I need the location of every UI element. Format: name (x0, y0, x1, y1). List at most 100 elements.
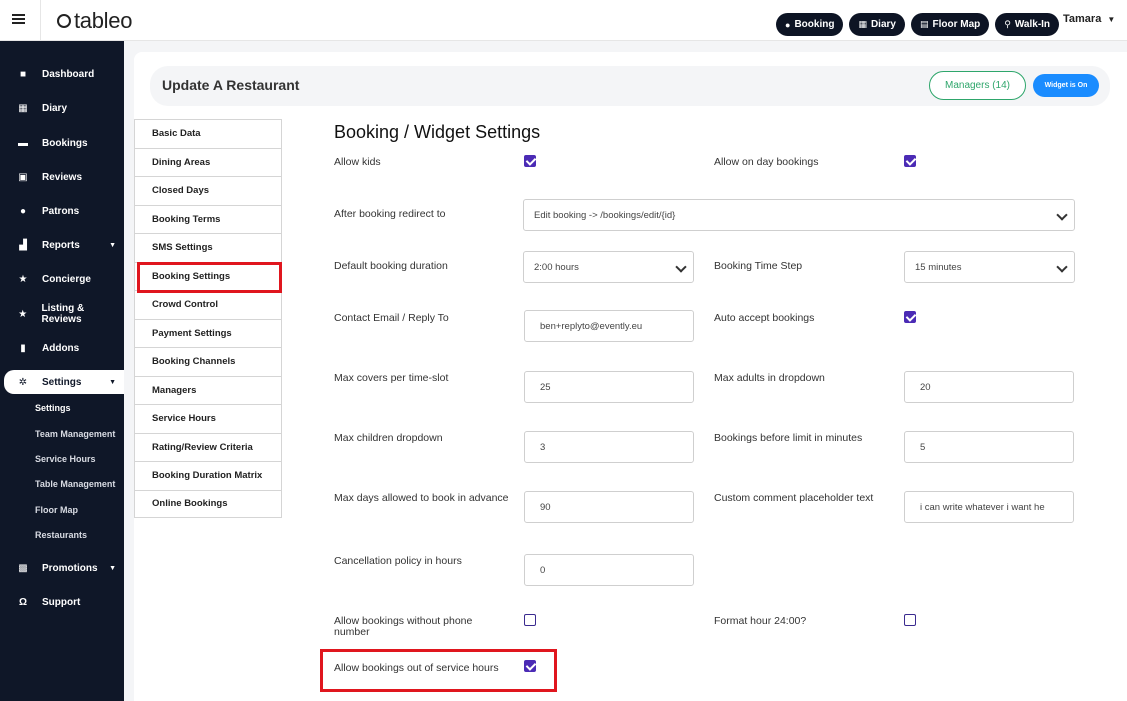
redirect-select[interactable]: Edit booking -> /bookings/edit/{id} (523, 199, 1075, 231)
app-logo[interactable]: tableo (57, 8, 132, 34)
star-icon: ★ (18, 273, 28, 285)
sidebar-item-bookings[interactable]: ▬ Bookings (0, 131, 124, 155)
default-duration-select[interactable]: 2:00 hours (523, 251, 694, 283)
format-24-label: Format hour 24:00? (714, 615, 807, 627)
sidebar-sub-team-management[interactable]: Team Management (35, 429, 115, 439)
hamburger-menu-icon[interactable] (12, 14, 25, 24)
contact-email-label: Contact Email / Reply To (334, 312, 449, 324)
tab-sms-settings[interactable]: SMS Settings (134, 233, 282, 262)
sidebar-item-settings[interactable]: ✲ Settings ▼ (4, 370, 124, 394)
booking-button[interactable]: ● Booking (776, 13, 844, 36)
widget-status-button[interactable]: Widget is On (1033, 74, 1099, 97)
walking-icon: ⚲ (1004, 19, 1011, 29)
tab-service-hours[interactable]: Service Hours (134, 404, 282, 433)
user-menu[interactable]: Tamara ▼ (1063, 13, 1115, 25)
format-24-checkbox[interactable] (904, 614, 916, 626)
user-icon: ● (19, 205, 27, 217)
tab-closed-days[interactable]: Closed Days (134, 176, 282, 205)
cancellation-input[interactable]: 0 (524, 554, 694, 586)
dashboard-icon: ■ (19, 68, 27, 80)
caret-down-icon: ▼ (109, 564, 116, 572)
sidebar-item-patrons[interactable]: ● Patrons (0, 199, 124, 223)
contact-email-input[interactable]: ben+replyto@evently.eu (524, 310, 694, 342)
tab-booking-channels[interactable]: Booking Channels (134, 347, 282, 376)
calendar-icon: ▦ (18, 102, 28, 114)
sidebar-item-addons[interactable]: ▮ Addons (0, 336, 124, 360)
book-icon: ▬ (18, 137, 28, 149)
managers-button[interactable]: Managers (14) (929, 71, 1026, 100)
sidebar-sub-service-hours[interactable]: Service Hours (35, 454, 96, 464)
diary-button[interactable]: ▦ Diary (849, 13, 905, 36)
star-icon: ★ (18, 308, 28, 320)
plus-circle-icon: ● (785, 19, 791, 30)
tab-online-bookings[interactable]: Online Bookings (134, 489, 282, 518)
max-adults-label: Max adults in dropdown (714, 372, 825, 384)
sidebar-item-promotions[interactable]: ▩ Promotions ▼ (0, 556, 124, 580)
gift-icon: ▩ (18, 562, 28, 574)
allow-kids-label: Allow kids (334, 156, 381, 168)
allow-on-day-label: Allow on day bookings (714, 156, 819, 168)
cancellation-label: Cancellation policy in hours (334, 555, 462, 567)
auto-accept-checkbox[interactable] (904, 311, 916, 323)
time-step-label: Booking Time Step (714, 260, 803, 272)
sidebar-item-diary[interactable]: ▦ Diary (0, 96, 124, 120)
sidebar-item-support[interactable]: Ω Support (0, 590, 124, 614)
allow-on-day-checkbox[interactable] (904, 155, 916, 167)
without-phone-label: Allow bookings without phone number (334, 615, 473, 638)
section-title: Booking / Widget Settings (334, 122, 541, 142)
max-days-input[interactable]: 90 (524, 491, 694, 523)
max-adults-input[interactable]: 20 (904, 371, 1074, 403)
sidebar-sub-restaurants[interactable]: Restaurants (35, 530, 87, 540)
caret-down-icon: ▼ (1107, 15, 1116, 24)
sidebar-item-dashboard[interactable]: ■ Dashboard (0, 62, 124, 86)
auto-accept-label: Auto accept bookings (714, 312, 815, 324)
allow-kids-checkbox[interactable] (524, 155, 536, 167)
before-limit-input[interactable]: 5 (904, 431, 1074, 463)
headset-icon: Ω (18, 596, 28, 608)
logo-circle-icon (57, 14, 71, 28)
calendar-icon: ▦ (858, 19, 867, 29)
tab-booking-terms[interactable]: Booking Terms (134, 204, 282, 233)
tab-payment-settings[interactable]: Payment Settings (134, 318, 282, 347)
plug-icon: ▮ (20, 342, 26, 354)
comment-check-icon: ▣ (18, 171, 28, 183)
highlight-box (320, 649, 557, 692)
before-limit-label: Bookings before limit in minutes (714, 432, 863, 444)
tab-basic-data[interactable]: Basic Data (134, 119, 282, 148)
tab-booking-duration-matrix[interactable]: Booking Duration Matrix (134, 461, 282, 490)
sidebar-item-reviews[interactable]: ▣ Reviews (0, 165, 124, 189)
sidebar: ■ Dashboard ▦ Diary ▬ Bookings ▣ Reviews ● Pa… (0, 41, 124, 701)
page-title: Update A Restaurant (162, 77, 300, 93)
walk-in-button[interactable]: ⚲ Walk-In (995, 13, 1060, 36)
gear-icon: ✲ (18, 376, 28, 388)
comment-placeholder-input[interactable]: i can write whatever i want he (904, 491, 1074, 523)
time-step-select[interactable]: 15 minutes (904, 251, 1075, 283)
chart-icon: ▟ (19, 239, 27, 251)
sidebar-sub-settings[interactable]: Settings (35, 403, 71, 413)
top-bar: tableo ● Booking ▦ Diary ▤ Floor Map ⚲ Walk-… (0, 0, 1127, 41)
floor-map-button[interactable]: ▤ Floor Map (910, 13, 990, 36)
redirect-label: After booking redirect to (334, 208, 446, 220)
without-phone-checkbox[interactable] (524, 614, 536, 626)
settings-tabs: Basic Data Dining Areas Closed Days Book… (134, 119, 282, 518)
max-children-label: Max children dropdown (334, 432, 443, 444)
sidebar-sub-table-management[interactable]: Table Management (35, 479, 115, 489)
divider (40, 0, 41, 41)
comment-placeholder-label: Custom comment placeholder text (714, 492, 874, 504)
max-covers-input[interactable]: 25 (524, 371, 694, 403)
max-children-input[interactable]: 3 (524, 431, 694, 463)
tab-rating-review-criteria[interactable]: Rating/Review Criteria (134, 432, 282, 461)
tab-managers[interactable]: Managers (134, 375, 282, 404)
tab-crowd-control[interactable]: Crowd Control (134, 290, 282, 319)
highlight-box (137, 262, 282, 293)
caret-down-icon: ▼ (109, 378, 116, 386)
sidebar-item-reports[interactable]: ▟ Reports ▼ (0, 233, 124, 257)
default-duration-label: Default booking duration (334, 260, 448, 272)
map-icon: ▤ (919, 19, 929, 29)
caret-down-icon: ▼ (109, 241, 116, 249)
sidebar-item-concierge[interactable]: ★ Concierge (0, 267, 124, 291)
sidebar-sub-floor-map[interactable]: Floor Map (35, 505, 78, 515)
tab-dining-areas[interactable]: Dining Areas (134, 147, 282, 176)
sidebar-item-listing-reviews[interactable]: ★ Listing & Reviews (0, 302, 124, 326)
max-days-label: Max days allowed to book in advance (334, 492, 509, 504)
